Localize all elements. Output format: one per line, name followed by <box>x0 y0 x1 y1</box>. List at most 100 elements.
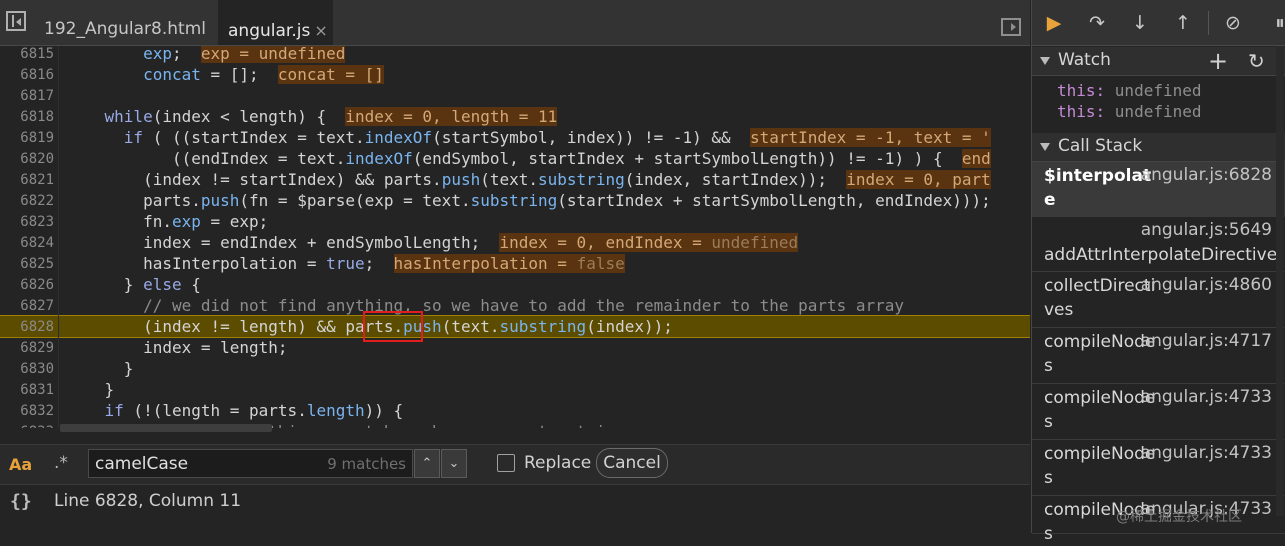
code-text: } <box>66 380 115 399</box>
code-line[interactable]: 6822 parts.push(fn = $parse(exp = text.s… <box>0 190 1030 211</box>
step-over-icon[interactable]: ↷ <box>1085 12 1109 34</box>
editor-pane: 192_Angular8.html angular.js × 6815 exp; … <box>0 0 1030 534</box>
code-text: concat = []; concat = [] <box>143 65 384 84</box>
code-line[interactable]: 6820 ((endIndex = text.indexOf(endSymbol… <box>0 148 1030 169</box>
debugger-toolbar: ▶ ↷ ↓ ↑ ⊘ ⏸ <box>1032 0 1285 46</box>
match-count: 9 matches <box>327 455 406 473</box>
debugger-sidebar: ▶ ↷ ↓ ↑ ⊘ ⏸ Watch + ↻ this: undefined th… <box>1031 0 1285 544</box>
code-line[interactable]: 6827 // we did not find anything, so we … <box>0 295 1030 316</box>
replace-checkbox[interactable] <box>497 454 515 472</box>
line-number[interactable]: 6822 <box>0 193 54 209</box>
step-into-icon[interactable]: ↓ <box>1128 12 1152 34</box>
sidebar-scrollbar[interactable] <box>1276 46 1284 516</box>
watch-item[interactable]: this: undefined <box>1057 102 1202 121</box>
code-line[interactable]: 6824 index = endIndex + endSymbolLength;… <box>0 232 1030 253</box>
code-line[interactable]: 6823 fn.exp = exp; <box>0 211 1030 232</box>
line-number[interactable]: 6815 <box>0 46 54 62</box>
code-editor[interactable]: 6815 exp; exp = undefined 6816 concat = [… <box>0 46 1030 428</box>
line-number[interactable]: 6828 <box>0 319 54 335</box>
watch-section-header[interactable]: Watch + ↻ <box>1032 47 1285 76</box>
code-text: ((endIndex = text.indexOf(endSymbol, sta… <box>66 149 991 168</box>
debugger-sidebar-toggle-icon[interactable] <box>1001 18 1021 36</box>
line-number[interactable]: 6817 <box>0 88 54 104</box>
watch-title: Watch <box>1058 50 1111 70</box>
line-number[interactable]: 6820 <box>0 151 54 167</box>
code-line[interactable]: 6829 index = length; <box>0 337 1030 358</box>
code-line[interactable]: 6825 hasInterpolation = true; hasInterpo… <box>0 253 1030 274</box>
code-text: if ( ((startIndex = text.indexOf(startSy… <box>123 128 991 147</box>
regex-toggle[interactable]: .* <box>54 453 68 473</box>
navigator-toggle-icon[interactable] <box>6 11 26 31</box>
code-line[interactable]: 6830 } <box>0 358 1030 379</box>
code-line[interactable]: 6818 while(index < length) { index = 0, … <box>0 106 1030 127</box>
code-text: if (!(length = parts.length)) { <box>104 401 404 420</box>
code-text: exp; exp = undefined <box>143 46 346 63</box>
code-text: fn.exp = exp; <box>66 212 269 231</box>
call-stack-frame[interactable]: collectDirectives angular.js:4860 <box>1032 272 1285 328</box>
code-text: // we did not find anything, so we have … <box>143 296 905 315</box>
code-line[interactable]: 6816 concat = []; concat = [] <box>0 64 1030 85</box>
step-out-icon[interactable]: ↑ <box>1171 12 1195 34</box>
line-number[interactable]: 6832 <box>0 403 54 419</box>
line-number[interactable]: 6816 <box>0 67 54 83</box>
call-stack-frame[interactable]: angular.js:5649 addAttrInterpolateDirect… <box>1032 217 1285 272</box>
code-text: index = endIndex + endSymbolLength; inde… <box>66 233 799 252</box>
code-line[interactable]: 6826 } else { <box>0 274 1030 295</box>
horizontal-scrollbar[interactable] <box>60 424 272 432</box>
collapse-icon <box>1040 57 1050 65</box>
code-text: while(index < length) { index = 0, lengt… <box>104 107 558 126</box>
refresh-watch-icon[interactable]: ↻ <box>1248 49 1265 73</box>
previous-match-button[interactable]: ⌃ <box>414 449 440 478</box>
deactivate-breakpoints-icon[interactable]: ⊘ <box>1221 12 1245 34</box>
code-text: } <box>66 359 134 378</box>
code-text: index = length; <box>66 338 288 357</box>
current-execution-line[interactable]: 6828 (index != length) && parts.push(tex… <box>0 311 1030 342</box>
watch-item[interactable]: this: undefined <box>1057 81 1202 100</box>
line-number[interactable]: 6818 <box>0 109 54 125</box>
collapse-icon <box>1040 143 1050 151</box>
code-line[interactable]: 6832 if (!(length = parts.length)) { <box>0 400 1030 421</box>
code-text: hasInterpolation = true; hasInterpolatio… <box>66 254 625 273</box>
replace-label: Replace <box>524 453 592 473</box>
code-line[interactable]: 6821 (index != startIndex) && parts.push… <box>0 169 1030 190</box>
pretty-print-icon[interactable]: {} <box>10 491 32 512</box>
match-case-toggle[interactable]: Aa <box>9 455 32 474</box>
line-number[interactable]: 6823 <box>0 214 54 230</box>
add-watch-icon[interactable]: + <box>1208 47 1228 75</box>
code-line[interactable]: 6831 } <box>0 379 1030 400</box>
line-number[interactable]: 6833 <box>0 424 54 428</box>
gutter-divider <box>58 46 59 428</box>
line-number[interactable]: 6825 <box>0 256 54 272</box>
line-number[interactable]: 6826 <box>0 277 54 293</box>
tab-192-angular8[interactable]: 192_Angular8.html <box>34 0 214 45</box>
call-stack-frame[interactable]: compileNodes angular.js:4717 <box>1032 328 1285 384</box>
line-number[interactable]: 6831 <box>0 382 54 398</box>
close-tab-icon[interactable]: × <box>314 21 327 40</box>
line-number[interactable]: 6827 <box>0 298 54 314</box>
search-field: 9 matches <box>88 449 413 478</box>
code-text: (index != startIndex) && parts.push(text… <box>66 170 991 189</box>
line-number[interactable]: 6819 <box>0 130 54 146</box>
code-line[interactable]: 6817 <box>0 85 1030 106</box>
next-match-button[interactable]: ⌄ <box>441 449 467 478</box>
search-input[interactable] <box>93 452 327 476</box>
status-bar: {} Line 6828, Column 11 <box>0 484 1030 534</box>
tab-angular-js[interactable]: angular.js × <box>218 0 333 45</box>
code-text: parts.push(fn = $parse(exp = text.substr… <box>66 191 991 210</box>
call-stack-frame[interactable]: $interpolate angular.js:6828 <box>1032 162 1285 217</box>
call-stack-frame[interactable]: compileNodes angular.js:4733 <box>1032 440 1285 496</box>
resume-icon[interactable]: ▶ <box>1042 12 1066 34</box>
call-stack-title: Call Stack <box>1058 136 1143 156</box>
code-line[interactable]: 6819 if ( ((startIndex = text.indexOf(st… <box>0 127 1030 148</box>
line-number[interactable]: 6824 <box>0 235 54 251</box>
call-stack-section-header[interactable]: Call Stack <box>1032 133 1285 162</box>
cancel-button[interactable]: Cancel <box>596 448 668 478</box>
call-stack-frame[interactable]: compileNodes angular.js:4733 <box>1032 384 1285 440</box>
line-number[interactable]: 6830 <box>0 361 54 377</box>
code-line[interactable]: 6815 exp; exp = undefined <box>0 46 1030 64</box>
pause-on-exceptions-icon[interactable]: ⏸ <box>1268 12 1285 34</box>
line-number[interactable]: 6829 <box>0 340 54 356</box>
toolbar-divider <box>1208 11 1209 35</box>
line-number[interactable]: 6821 <box>0 172 54 188</box>
tab-bar: 192_Angular8.html angular.js × <box>0 0 1030 46</box>
